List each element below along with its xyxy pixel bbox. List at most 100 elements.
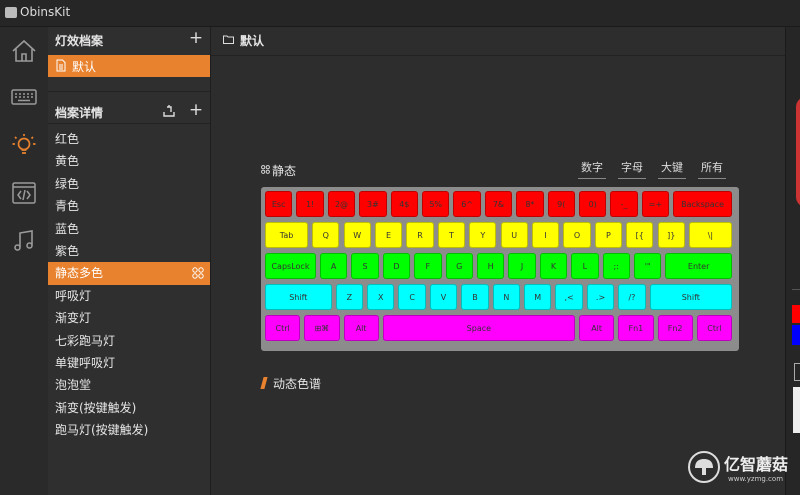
keyboard-icon[interactable] — [10, 83, 38, 111]
key[interactable]: '" — [633, 253, 662, 279]
key[interactable]: 8* — [516, 191, 544, 217]
key[interactable]: [{ — [626, 222, 654, 248]
key[interactable]: P — [594, 222, 623, 248]
key[interactable]: Q — [312, 222, 340, 248]
profile-item-default[interactable]: 默认 — [48, 55, 210, 77]
main-content: 默认 静态 数字 字母 大键 所有 Esc 1! 2@ 3# 4$ 5% 6^ 7& 8* 9(0… — [211, 27, 785, 495]
key[interactable]: ]} — [657, 222, 685, 248]
key[interactable]: Shift — [265, 284, 332, 310]
key[interactable]: Enter — [665, 253, 732, 279]
key[interactable]: M — [524, 284, 552, 310]
key[interactable]: V — [429, 284, 458, 310]
key[interactable]: E — [374, 222, 403, 248]
key[interactable]: 7& — [484, 191, 513, 217]
key[interactable]: G — [445, 253, 473, 279]
key[interactable]: 2@ — [327, 191, 356, 217]
effect-item-label: 紫色 — [55, 243, 80, 258]
filter-large-keys-button[interactable]: 大键 — [658, 158, 686, 179]
effect-item[interactable]: 七彩跑马灯 — [48, 330, 210, 352]
key[interactable]: Z — [335, 284, 364, 310]
key[interactable]: ;: — [602, 253, 630, 279]
key[interactable]: ⊞⌘ — [304, 315, 340, 341]
effect-item[interactable]: 黄色 — [48, 150, 210, 172]
key[interactable]: \| — [688, 222, 732, 248]
key[interactable]: Fn1 — [618, 315, 654, 341]
key[interactable]: B — [461, 284, 489, 310]
effect-item-label: 红色 — [55, 132, 80, 146]
effect-item[interactable]: 渐变灯 — [48, 307, 210, 329]
watermark: 亿智蘑菇 www.yzmg.com — [688, 449, 792, 489]
key[interactable]: Esc — [265, 191, 293, 217]
key[interactable]: -_ — [610, 191, 638, 217]
key[interactable]: 6^ — [453, 191, 481, 217]
color-swatch-red[interactable] — [792, 305, 800, 323]
code-icon[interactable] — [10, 179, 38, 207]
color-swatch-blue[interactable] — [792, 325, 800, 345]
key[interactable]: 4$ — [390, 191, 418, 217]
key[interactable]: Space — [382, 315, 575, 341]
key[interactable]: .> — [586, 284, 615, 310]
filter-all-button[interactable]: 所有 — [698, 158, 726, 179]
effect-item[interactable]: 泡泡堂 — [48, 374, 210, 396]
key[interactable]: K — [539, 253, 568, 279]
music-note-icon[interactable] — [10, 227, 38, 255]
color-wheel-edge[interactable] — [796, 97, 800, 207]
key[interactable]: Ctrl — [265, 315, 301, 341]
key[interactable]: A — [319, 253, 348, 279]
key[interactable]: 1! — [296, 191, 324, 217]
effect-item[interactable]: 呼吸灯 — [48, 285, 210, 307]
key[interactable]: C — [398, 284, 426, 310]
home-icon[interactable] — [10, 37, 38, 65]
filter-letters-button[interactable]: 字母 — [618, 158, 646, 179]
key[interactable]: X — [367, 284, 395, 310]
key[interactable]: R — [406, 222, 434, 248]
add-effect-button[interactable]: + — [188, 101, 204, 119]
key[interactable]: Backspace — [673, 191, 732, 217]
key[interactable]: T — [437, 222, 466, 248]
title-bar: ObinsKit — [0, 0, 800, 27]
effect-item[interactable]: 静态多色 — [48, 262, 210, 285]
key[interactable]: Ctrl — [696, 315, 732, 341]
key[interactable]: CapsLock — [265, 253, 316, 279]
key[interactable]: O — [563, 222, 591, 248]
static-section-label: 静态 — [272, 164, 297, 178]
effect-item[interactable]: 紫色 — [48, 240, 210, 262]
key[interactable]: Tab — [265, 222, 309, 248]
key[interactable]: Shift — [649, 284, 732, 310]
key[interactable]: L — [571, 253, 599, 279]
key[interactable]: 9( — [547, 191, 575, 217]
key[interactable]: ,< — [555, 284, 583, 310]
key[interactable]: Y — [469, 222, 497, 248]
key[interactable]: W — [343, 222, 371, 248]
key[interactable]: F — [414, 253, 442, 279]
key[interactable]: D — [382, 253, 411, 279]
export-icon[interactable] — [162, 104, 176, 118]
key[interactable]: Alt — [579, 315, 615, 341]
lightbulb-icon[interactable] — [10, 131, 38, 159]
effect-item[interactable]: 跑马灯(按键触发) — [48, 419, 210, 441]
effect-item[interactable]: 渐变(按键触发) — [48, 397, 210, 419]
key[interactable]: /? — [618, 284, 646, 310]
key[interactable]: U — [500, 222, 528, 248]
effect-item[interactable]: 绿色 — [48, 173, 210, 195]
key[interactable]: N — [492, 284, 521, 310]
effect-item[interactable]: 蓝色 — [48, 218, 210, 240]
key[interactable]: 0) — [579, 191, 607, 217]
key[interactable]: J — [508, 253, 536, 279]
add-profile-button[interactable]: + — [188, 29, 204, 47]
key[interactable]: 5% — [422, 191, 450, 217]
key[interactable]: =+ — [641, 191, 670, 217]
white-field-edge[interactable] — [793, 387, 800, 433]
key[interactable]: H — [476, 253, 505, 279]
key[interactable]: I — [531, 222, 560, 248]
icon-sidebar — [0, 27, 49, 495]
key[interactable]: Alt — [343, 315, 379, 341]
effect-item[interactable]: 红色 — [48, 128, 210, 150]
input-box-edge[interactable] — [794, 363, 800, 381]
effect-item[interactable]: 青色 — [48, 195, 210, 217]
key[interactable]: 3# — [359, 191, 387, 217]
key[interactable]: S — [351, 253, 379, 279]
filter-numbers-button[interactable]: 数字 — [578, 158, 606, 179]
key[interactable]: Fn2 — [657, 315, 693, 341]
effect-item[interactable]: 单键呼吸灯 — [48, 352, 210, 374]
